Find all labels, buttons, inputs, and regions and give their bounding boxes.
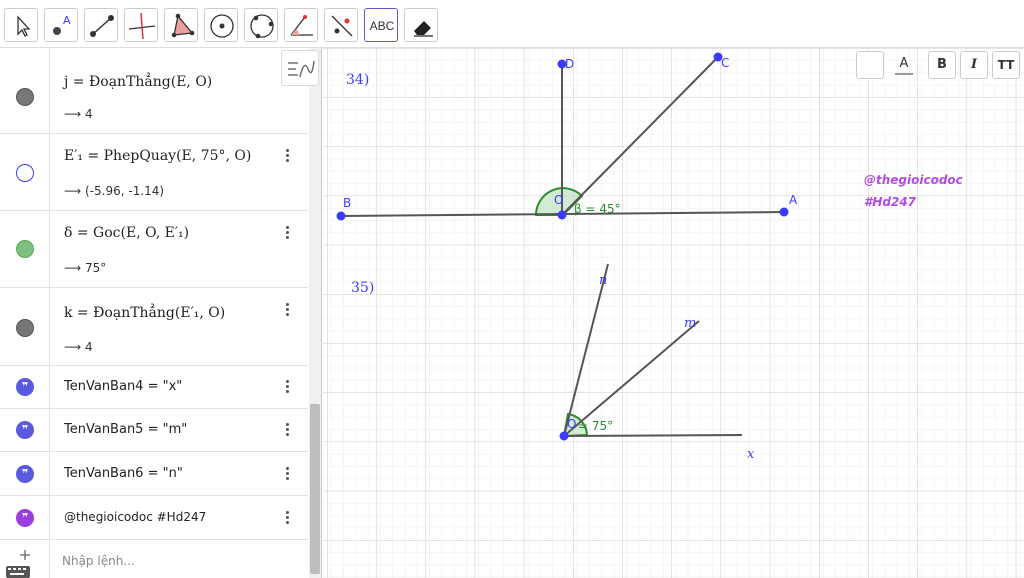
reflect-tool[interactable] bbox=[324, 8, 358, 42]
toolbar: A ABC bbox=[0, 0, 1024, 48]
algebra-row[interactable]: ❞ TenVanBan6 = "n" bbox=[0, 452, 308, 496]
segment-icon bbox=[90, 15, 114, 37]
text-color-icon: A bbox=[899, 56, 909, 71]
label-B: B bbox=[343, 196, 351, 210]
label-O: O bbox=[554, 193, 563, 207]
point-tool[interactable]: A bbox=[44, 8, 78, 42]
polygon-icon bbox=[171, 13, 195, 38]
algebra-definition: TenVanBan6 = "n" bbox=[64, 466, 183, 481]
algebra-value: ⟶ 4 bbox=[64, 340, 93, 354]
eraser-tool[interactable] bbox=[404, 8, 438, 42]
perpendicular-icon bbox=[128, 12, 156, 40]
algebra-row[interactable]: ❞ TenVanBan5 = "m" bbox=[0, 409, 308, 452]
geometry-canvas[interactable]: 34) B A D C O β = 45° @thegioicodoc #Hd2… bbox=[323, 48, 1024, 578]
command-input[interactable]: Nhập lệnh... bbox=[62, 554, 135, 568]
text-size-button[interactable]: TT bbox=[992, 51, 1020, 79]
label-O-35: O bbox=[567, 417, 576, 431]
circle-center-tool[interactable] bbox=[204, 8, 238, 42]
more-menu-icon[interactable] bbox=[282, 225, 292, 241]
circle-three-points-icon bbox=[250, 14, 274, 39]
more-menu-icon[interactable] bbox=[282, 148, 292, 164]
algebra-value: ⟶ (-5.96, -1.14) bbox=[64, 184, 165, 198]
algebra-definition: j = ĐoạnThẳng(E, O) bbox=[64, 74, 213, 90]
segment-tool[interactable] bbox=[84, 8, 118, 42]
algebra-value: ⟶ 4 bbox=[64, 107, 93, 121]
label-ray-x: x bbox=[747, 447, 755, 462]
move-tool[interactable] bbox=[4, 8, 38, 42]
algebra-row[interactable]: ❞ @thegioicodoc #Hd247 bbox=[0, 496, 308, 540]
more-menu-icon[interactable] bbox=[282, 302, 292, 318]
label-ray-n: n bbox=[599, 273, 607, 288]
text-color-button[interactable]: A bbox=[890, 51, 918, 79]
point-icon: A bbox=[53, 14, 71, 35]
algebra-definition: k = ĐoạnThẳng(E′₁, O) bbox=[64, 305, 226, 321]
label-ray-m: m bbox=[684, 316, 696, 331]
more-menu-icon[interactable] bbox=[282, 379, 292, 395]
text-object-icon[interactable]: ❞ bbox=[16, 378, 34, 396]
visibility-toggle[interactable] bbox=[16, 319, 34, 337]
algebra-definition: TenVanBan4 = "x" bbox=[64, 379, 183, 394]
background-color-button[interactable] bbox=[856, 51, 884, 79]
point-O-35[interactable] bbox=[559, 431, 569, 441]
watermark-line-2: #Hd247 bbox=[864, 195, 917, 209]
text-tool[interactable]: ABC bbox=[364, 8, 398, 42]
svg-text:A: A bbox=[63, 14, 71, 27]
figure-label-34: 34) bbox=[346, 72, 369, 88]
algebra-definition: E′₁ = PhepQuay(E, 75°, O) bbox=[64, 148, 252, 164]
algebra-row[interactable]: j = ĐoạnThẳng(E, O) ⟶ 4 bbox=[0, 48, 308, 134]
keyboard-icon[interactable] bbox=[4, 544, 34, 578]
algebra-view: j = ĐoạnThẳng(E, O) ⟶ 4 E′₁ = PhepQuay(E… bbox=[0, 48, 322, 578]
more-menu-icon[interactable] bbox=[282, 422, 292, 438]
label-D: D bbox=[565, 57, 574, 71]
polygon-tool[interactable] bbox=[164, 8, 198, 42]
text-object-icon[interactable]: ❞ bbox=[16, 509, 34, 527]
perpendicular-tool[interactable] bbox=[124, 8, 158, 42]
point-B[interactable] bbox=[336, 211, 346, 221]
more-menu-icon[interactable] bbox=[282, 466, 292, 482]
algebra-value: ⟶ 75° bbox=[64, 261, 107, 275]
grid bbox=[323, 48, 1024, 578]
label-A: A bbox=[789, 193, 798, 207]
text-icon: ABC bbox=[369, 19, 395, 33]
circle-center-icon bbox=[210, 14, 234, 38]
graphics-view[interactable]: 34) B A D C O β = 45° @thegioicodoc #Hd2… bbox=[323, 48, 1024, 578]
algebra-row[interactable]: δ = Goc(E, O, E′₁) ⟶ 75° bbox=[0, 211, 308, 288]
circle-three-points-tool[interactable] bbox=[244, 8, 278, 42]
angle-tool[interactable] bbox=[284, 8, 318, 42]
visibility-toggle[interactable] bbox=[16, 164, 34, 182]
ray-Ox[interactable] bbox=[563, 434, 743, 437]
text-object-icon[interactable]: ❞ bbox=[16, 421, 34, 439]
eraser-icon bbox=[414, 21, 433, 37]
algebra-row[interactable]: k = ĐoạnThẳng(E′₁, O) ⟶ 4 bbox=[0, 288, 308, 366]
label-C: C bbox=[721, 56, 729, 70]
bold-button[interactable]: B bbox=[928, 51, 956, 79]
algebra-row[interactable]: ❞ TenVanBan4 = "x" bbox=[0, 366, 308, 409]
algebra-row[interactable]: E′₁ = PhepQuay(E, 75°, O) ⟶ (-5.96, -1.1… bbox=[0, 134, 308, 211]
text-object-icon[interactable]: ❞ bbox=[16, 465, 34, 483]
visibility-toggle[interactable] bbox=[16, 88, 34, 106]
algebra-definition: δ = Goc(E, O, E′₁) bbox=[64, 225, 190, 241]
italic-button[interactable]: I bbox=[960, 51, 988, 79]
cursor-icon bbox=[17, 15, 31, 37]
visibility-toggle[interactable] bbox=[16, 240, 34, 258]
angle-label-beta: β = 45° bbox=[574, 202, 621, 216]
figure-label-35: 35) bbox=[351, 280, 374, 296]
scrollbar-thumb[interactable] bbox=[310, 404, 320, 574]
algebra-definition: @thegioicodoc #Hd247 bbox=[64, 510, 207, 524]
angle-label-75: = 75° bbox=[578, 419, 613, 433]
input-bar[interactable]: Nhập lệnh... bbox=[0, 540, 308, 578]
algebra-description-icon bbox=[288, 60, 315, 78]
algebra-view-toggle[interactable] bbox=[281, 50, 319, 86]
point-O[interactable] bbox=[557, 210, 567, 220]
reflect-icon bbox=[331, 15, 353, 37]
algebra-definition: TenVanBan5 = "m" bbox=[64, 422, 188, 437]
more-menu-icon[interactable] bbox=[282, 510, 292, 526]
watermark-line-1: @thegioicodoc bbox=[864, 173, 963, 187]
angle-icon bbox=[290, 15, 313, 36]
point-A[interactable] bbox=[779, 207, 789, 217]
